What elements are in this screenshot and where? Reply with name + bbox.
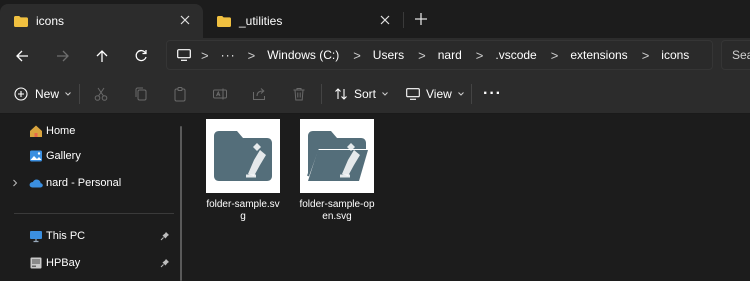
toolbar-divider: [79, 84, 80, 104]
folder-icon: [14, 15, 28, 27]
breadcrumb-item-nard[interactable]: nard: [438, 48, 462, 62]
breadcrumb-item-icons[interactable]: icons: [661, 48, 689, 62]
back-arrow-icon: [16, 50, 28, 62]
toolbar-divider: [321, 84, 322, 104]
monitor-icon: [177, 49, 191, 61]
chevron-right-icon: >: [550, 47, 559, 63]
sidebar-item-home[interactable]: Home: [0, 119, 180, 143]
share-button[interactable]: [251, 82, 267, 106]
trash-icon: [293, 88, 305, 101]
sidebar-scrollbar[interactable]: [180, 126, 182, 281]
file-thumbnail: [206, 119, 280, 193]
plus-circle-icon: [14, 87, 28, 101]
clipboard-icon: [174, 87, 186, 102]
navigation-pane: Home Gallery nard - Personal This PC HPB…: [0, 114, 180, 281]
search-placeholder: Sea: [732, 48, 750, 62]
tab-icons[interactable]: icons: [0, 4, 203, 38]
pin-icon[interactable]: [160, 258, 170, 268]
chevron-right-icon: >: [201, 47, 209, 63]
sidebar-item-label: This PC: [46, 230, 86, 242]
sidebar-item-this-pc[interactable]: This PC: [0, 224, 180, 248]
search-input[interactable]: Sea: [721, 40, 750, 70]
gallery-icon: [30, 150, 42, 162]
folder-icon: [214, 131, 272, 181]
file-thumbnail: [300, 119, 374, 193]
rename-icon: [213, 88, 227, 100]
copy-button[interactable]: [133, 82, 149, 106]
file-view: folder-sample.svg folder-sample-open.svg: [184, 114, 750, 281]
computer-icon: [30, 231, 42, 243]
breadcrumb-item-vscode[interactable]: .vscode: [495, 48, 536, 62]
sidebar-divider: [14, 213, 174, 214]
breadcrumb-item-windows-c[interactable]: Windows (C:): [267, 48, 339, 62]
back-button[interactable]: [10, 44, 34, 68]
paste-button[interactable]: [172, 82, 188, 106]
refresh-button[interactable]: [129, 44, 153, 68]
command-bar: New Sort View ···: [0, 74, 750, 114]
rename-button[interactable]: [212, 82, 228, 106]
sidebar-item-hpbay[interactable]: HPBay: [0, 251, 180, 275]
toolbar-divider: [471, 84, 472, 104]
sidebar-item-label: Home: [46, 125, 76, 137]
chevron-down-icon: [382, 92, 388, 96]
forward-button[interactable]: [51, 44, 75, 68]
see-more-button[interactable]: ···: [483, 82, 502, 106]
pin-icon[interactable]: [160, 231, 170, 241]
tab-label: _utilities: [239, 14, 283, 28]
sidebar-item-label: nard - Personal: [46, 177, 122, 189]
tab-divider: [403, 12, 404, 28]
scissors-icon: [94, 87, 108, 101]
copy-icon: [135, 87, 147, 101]
chevron-right-icon: >: [247, 47, 256, 63]
chevron-right-icon[interactable]: [11, 179, 19, 187]
refresh-icon: [135, 49, 147, 62]
breadcrumb-overflow-button[interactable]: ···: [221, 48, 236, 62]
cut-button[interactable]: [93, 82, 109, 106]
up-arrow-icon: [96, 50, 108, 62]
sidebar-item-onedrive[interactable]: nard - Personal: [0, 171, 180, 195]
view-monitor-icon: [406, 88, 420, 100]
file-item[interactable]: folder-sample.svg: [204, 119, 282, 223]
tab-label: icons: [36, 14, 65, 28]
breadcrumb-item-users[interactable]: Users: [373, 48, 404, 62]
sidebar-item-gallery[interactable]: Gallery: [0, 144, 180, 168]
sort-label: Sort: [354, 87, 377, 101]
new-button[interactable]: New: [14, 82, 71, 106]
chevron-down-icon: [65, 92, 71, 96]
chevron-right-icon: >: [418, 47, 426, 63]
close-icon[interactable]: [379, 14, 391, 26]
address-bar[interactable]: > ··· > Windows (C:) > Users > nard > .v…: [166, 40, 713, 70]
forward-arrow-icon: [57, 50, 69, 62]
ellipsis-icon: ···: [483, 85, 502, 102]
chevron-right-icon: >: [475, 47, 484, 63]
sidebar-item-label: Gallery: [46, 150, 81, 162]
view-button[interactable]: View: [406, 82, 464, 106]
home-icon: [30, 125, 42, 137]
chevron-down-icon: [457, 92, 464, 96]
close-icon[interactable]: [179, 14, 191, 26]
cloud-icon: [29, 179, 43, 188]
tab-strip: icons _utilities: [0, 0, 750, 38]
sidebar-item-label: HPBay: [46, 257, 81, 269]
delete-button[interactable]: [291, 82, 307, 106]
chevron-right-icon: >: [353, 47, 361, 63]
sort-button[interactable]: Sort: [334, 82, 388, 106]
share-icon: [253, 88, 265, 100]
tab-utilities[interactable]: _utilities: [203, 4, 403, 38]
view-label: View: [426, 87, 452, 101]
breadcrumb-item-extensions[interactable]: extensions: [570, 48, 627, 62]
folder-icon: [217, 15, 231, 27]
folder-open-icon: [307, 131, 368, 181]
new-label: New: [35, 87, 60, 101]
file-name: folder-sample.svg: [206, 199, 280, 222]
sort-arrows-icon: [335, 88, 347, 100]
file-item[interactable]: folder-sample-open.svg: [298, 119, 376, 223]
up-button[interactable]: [90, 44, 114, 68]
navigation-bar: > ··· > Windows (C:) > Users > nard > .v…: [0, 38, 750, 74]
drive-icon: [30, 257, 42, 269]
file-name: folder-sample-open.svg: [299, 199, 375, 222]
chevron-right-icon: >: [641, 47, 650, 63]
new-tab-plus-icon[interactable]: [412, 10, 430, 28]
